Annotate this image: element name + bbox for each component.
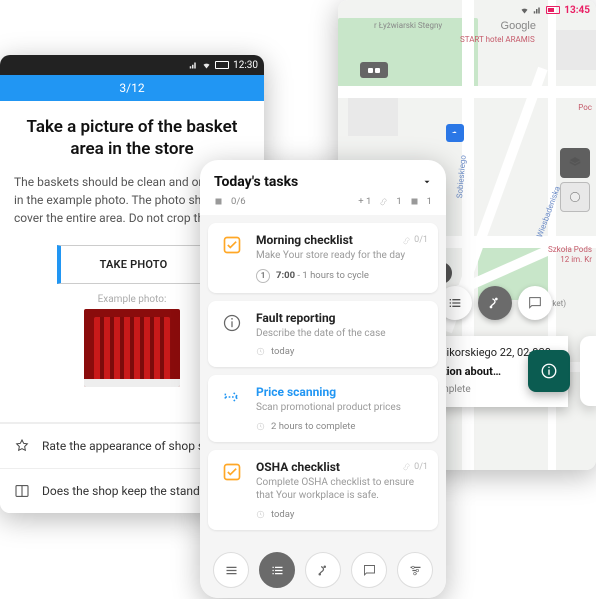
task-schedule: 2 hours to complete	[271, 421, 355, 432]
nav-menu[interactable]	[213, 552, 249, 588]
task-count: 0/1	[414, 235, 428, 245]
edge-card[interactable]	[580, 336, 596, 406]
clock-icon	[256, 510, 265, 519]
tasks-header[interactable]: Today's tasks	[200, 160, 446, 196]
nav-tasks[interactable]	[259, 552, 295, 588]
tasks-title: Today's tasks	[214, 174, 298, 190]
google-logo: Google	[501, 20, 536, 32]
task-card[interactable]: Price scanning Scan promotional product p…	[208, 375, 438, 442]
link-icon	[402, 236, 411, 245]
progress-text: 3/12	[119, 81, 144, 95]
clock: 12:30	[233, 60, 258, 71]
task-icon	[218, 460, 246, 520]
poi-label: Poc	[578, 104, 592, 112]
task-schedule: today	[271, 509, 294, 520]
task-icon	[218, 385, 246, 432]
example-photo	[84, 309, 180, 387]
map-layers-button[interactable]	[560, 148, 590, 178]
nav-route[interactable]	[305, 552, 341, 588]
tasks-list: Morning checklist 0/1 Make Your store read…	[200, 215, 446, 598]
link-icon	[402, 462, 411, 471]
phone-tasks: Today's tasks 0/6 + 1 1 1 Morning checkl…	[200, 160, 446, 598]
map-layer-chip[interactable]	[360, 62, 388, 78]
star-icon	[14, 438, 30, 454]
task-count: 0/1	[414, 462, 428, 472]
map-pin-route[interactable]	[446, 124, 464, 142]
chat-fab[interactable]	[518, 286, 552, 320]
nav-chat[interactable]	[351, 552, 387, 588]
status-bar: 12:30	[0, 55, 264, 75]
route-fab[interactable]	[478, 286, 512, 320]
clock: 13:45	[564, 5, 590, 16]
status-bar: 13:45	[338, 0, 596, 20]
report-icon	[410, 197, 419, 206]
task-icon	[218, 233, 246, 283]
progress-bar: 3/12	[0, 75, 264, 101]
task-desc: Make Your store ready for the day	[256, 249, 428, 263]
task-title: OSHA checklist	[256, 460, 340, 474]
task-schedule: today	[271, 346, 294, 357]
book-icon	[14, 483, 30, 499]
question-text: Does the shop keep the standard	[42, 484, 217, 498]
wifi-icon	[202, 61, 211, 70]
take-photo-button[interactable]: TAKE PHOTO	[57, 245, 207, 284]
task-card[interactable]: Morning checklist 0/1 Make Your store read…	[208, 223, 438, 293]
task-title: Fault reporting	[256, 311, 336, 325]
task-card[interactable]: Fault reporting Describe the date of the …	[208, 301, 438, 368]
question-text: Rate the appearance of shop site	[42, 439, 217, 453]
survey-heading: Take a picture of the basket area in the…	[20, 117, 244, 161]
battery-icon	[215, 61, 229, 69]
tasks-report: 1	[427, 196, 432, 207]
poi-label: rket)	[550, 300, 566, 308]
tasks-meta: 0/6 + 1 1 1	[200, 196, 446, 215]
poi-label: START hotel ARAMIS	[460, 36, 535, 44]
bottom-nav	[200, 552, 446, 588]
task-card[interactable]: OSHA checklist 0/1 Complete OSHA checklist…	[208, 450, 438, 530]
task-title: Morning checklist	[256, 233, 353, 247]
building	[556, 30, 596, 70]
wifi-icon	[520, 6, 529, 15]
task-time: 7:00 - 1 hours to cycle	[276, 270, 369, 281]
task-desc: Describe the date of the case	[256, 327, 428, 341]
clock-icon	[256, 347, 265, 356]
chevron-down-icon	[422, 177, 432, 187]
task-title: Price scanning	[256, 385, 336, 399]
task-desc: Complete OSHA checklist to ensure that Y…	[256, 476, 428, 503]
tasks-count: 0/6	[231, 196, 246, 207]
map-fab-cluster	[438, 286, 552, 320]
signal-icon	[533, 6, 542, 15]
info-fab[interactable]	[528, 350, 570, 392]
map-target-button[interactable]	[560, 182, 590, 212]
poi-label: Szkoła Pods	[548, 246, 592, 254]
poi-label: 12 im. Kr	[560, 256, 592, 264]
task-icon	[218, 311, 246, 358]
badge-number: 1	[256, 269, 270, 283]
poi-label: r Łyżwiarski Stegny	[374, 22, 442, 30]
nav-filter[interactable]	[397, 552, 433, 588]
task-desc: Scan promotional product prices	[256, 401, 428, 415]
tasks-plus: + 1	[358, 196, 371, 207]
clock-icon	[256, 422, 265, 431]
battery-icon	[546, 6, 560, 14]
tasks-link: 1	[396, 196, 401, 207]
signal-icon	[189, 61, 198, 70]
link-icon	[379, 197, 388, 206]
report-icon	[214, 197, 223, 206]
